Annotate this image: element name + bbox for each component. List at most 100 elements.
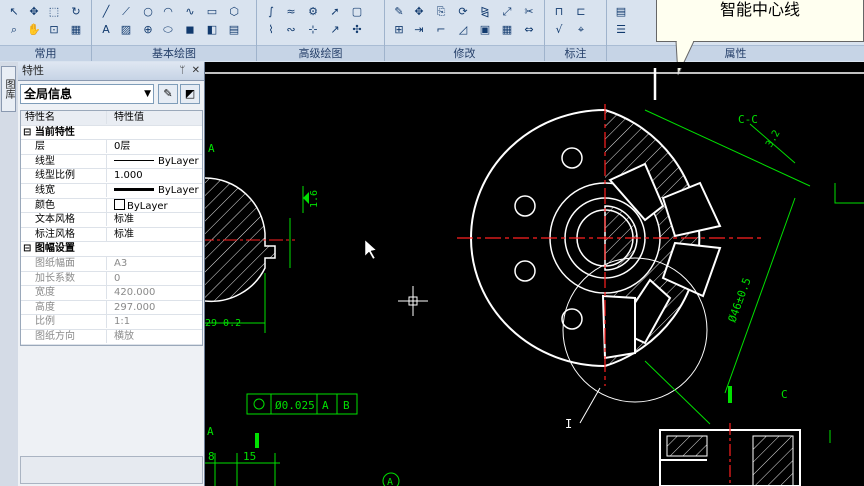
- object-select[interactable]: 全局信息 ▼: [20, 84, 154, 104]
- section-sheet[interactable]: ⊟ 图幅设置: [21, 242, 202, 257]
- leader-icon[interactable]: ↗: [327, 22, 343, 38]
- stretch-icon[interactable]: ⇔: [521, 22, 537, 38]
- polyline-icon[interactable]: ⟋: [118, 4, 134, 20]
- erase-icon[interactable]: ✎: [391, 4, 407, 20]
- circle-icon[interactable]: ○: [140, 4, 156, 20]
- curve-icon[interactable]: ∫: [263, 4, 279, 20]
- arrow-icon[interactable]: ➚: [327, 4, 343, 20]
- match-icon[interactable]: ⬚: [46, 4, 62, 20]
- zoom-icon[interactable]: ⌕: [6, 22, 22, 38]
- table-icon[interactable]: ▤: [226, 22, 242, 38]
- lineweight-icon[interactable]: ☰: [613, 22, 629, 38]
- prop-row[interactable]: 线宽 ByLayer: [21, 183, 202, 199]
- move-icon[interactable]: ✥: [411, 4, 427, 20]
- line-icon[interactable]: ╱: [98, 4, 114, 20]
- group-label-common: 常用: [0, 45, 91, 61]
- lineweight-swatch: [114, 188, 154, 192]
- prop-row[interactable]: 层 0层: [21, 140, 202, 155]
- quick-select-icon: ◩: [184, 87, 196, 100]
- center-mark-icon[interactable]: ⊕: [140, 22, 156, 38]
- pan-icon[interactable]: ✥: [26, 4, 42, 20]
- panel-title-bar: 特性 ᛘ ✕: [18, 62, 204, 81]
- move-view-icon[interactable]: ✋: [26, 22, 42, 38]
- prop-row[interactable]: 图纸幅面 A3: [21, 256, 202, 272]
- snap-icon[interactable]: ⊡: [46, 22, 62, 38]
- rect-icon[interactable]: ▭: [204, 4, 220, 20]
- properties-icon[interactable]: ▤: [613, 4, 629, 20]
- label-dim-15: 15: [243, 450, 256, 463]
- extend-icon[interactable]: ⇥: [411, 22, 427, 38]
- gear-icon[interactable]: ⚙: [305, 4, 321, 20]
- prop-row[interactable]: 宽度 420.000: [21, 286, 202, 301]
- crosshair-cursor: [398, 286, 428, 316]
- prop-row[interactable]: 颜色 ByLayer: [21, 198, 202, 214]
- prop-row[interactable]: 标注风格 标准: [21, 227, 202, 243]
- hatch-icon[interactable]: ▨: [118, 22, 134, 38]
- left-part-view[interactable]: [205, 177, 309, 333]
- section-view-c[interactable]: [659, 423, 831, 486]
- prop-row[interactable]: 图纸方向 横放: [21, 329, 202, 345]
- prop-row[interactable]: 高度 297.000: [21, 300, 202, 316]
- text-icon[interactable]: A: [98, 22, 114, 38]
- quick-select-button[interactable]: ◩: [180, 84, 200, 104]
- label-detail-i: I: [565, 417, 572, 431]
- ripple-icon[interactable]: ∾: [283, 22, 299, 38]
- mirror-icon[interactable]: ⧎: [477, 4, 493, 20]
- ellipse-icon[interactable]: ⬭: [160, 22, 176, 38]
- frame-icon[interactable]: ▢: [349, 4, 365, 20]
- offset-icon[interactable]: ⊞: [391, 22, 407, 38]
- dimension-style-icon[interactable]: ⊏: [573, 4, 589, 20]
- centerline-icon[interactable]: ⊹: [305, 22, 321, 38]
- rotate-icon[interactable]: ⟳: [455, 4, 471, 20]
- prop-row[interactable]: 线型比例 1.000: [21, 169, 202, 184]
- break-line-icon[interactable]: ⌇: [263, 22, 279, 38]
- trim-icon[interactable]: ✂: [521, 4, 537, 20]
- select-icon[interactable]: ↖: [6, 4, 22, 20]
- fillet-icon[interactable]: ⌐: [433, 22, 449, 38]
- copy-icon[interactable]: ⎘: [433, 4, 449, 20]
- prop-row[interactable]: 文本风格 标准: [21, 213, 202, 228]
- fill-icon[interactable]: ◼: [182, 22, 198, 38]
- spline-icon[interactable]: ∿: [182, 4, 198, 20]
- pin-icon[interactable]: ᛘ: [179, 65, 185, 76]
- collapse-icon[interactable]: ⊟: [23, 127, 31, 138]
- label-section-cc: C-C: [738, 113, 758, 126]
- prop-row[interactable]: 比例 1:1: [21, 315, 202, 330]
- toggle-pickadd-button[interactable]: ✎: [158, 84, 178, 104]
- group-label-modify: 修改: [385, 45, 544, 61]
- refresh-icon[interactable]: ↻: [68, 4, 84, 20]
- explode-icon[interactable]: ▦: [499, 22, 515, 38]
- wave-icon[interactable]: ≈: [283, 4, 299, 20]
- prop-row[interactable]: 加长系数 0: [21, 271, 202, 287]
- tolerance-icon[interactable]: ⌖: [573, 22, 589, 38]
- array-icon[interactable]: ▣: [477, 22, 493, 38]
- close-icon[interactable]: ✕: [192, 65, 200, 76]
- properties-grid: 特性名 特性值 ⊟ 当前特性 层 0层 线型 ByLayer 线型比例 1.000 线…: [20, 110, 203, 346]
- mouse-pointer-icon: [364, 239, 377, 260]
- label-roughness-32: 3.2: [764, 128, 783, 149]
- ribbon-group-annotate: ⊓ ⊏ √ ⌖ 标注: [545, 0, 607, 61]
- description-area: [20, 456, 203, 484]
- section-current[interactable]: ⊟ 当前特性: [21, 126, 202, 141]
- dimension-icon[interactable]: ⊓: [551, 4, 567, 20]
- ribbon-group-modify: ✎ ✥ ⎘ ⟳ ⧎ ⤢ ✂ ⊞ ⇥ ⌐ ◿ ▣ ▦ ⇔ 修改: [385, 0, 545, 61]
- chamfer-icon[interactable]: ◿: [455, 22, 471, 38]
- prop-row[interactable]: 线型 ByLayer: [21, 154, 202, 170]
- tab-library[interactable]: 图库: [1, 66, 16, 112]
- label-view-a-left: A: [207, 425, 214, 438]
- label-roughness-16: 1.6: [309, 190, 320, 208]
- main-part-view[interactable]: [457, 104, 765, 424]
- label-dim-8: 8: [208, 450, 215, 463]
- layer-icon[interactable]: ▦: [68, 22, 84, 38]
- symbol-icon[interactable]: ✣: [349, 22, 365, 38]
- ribbon-group-basic-draw: ╱ ⟋ ○ ◠ ∿ ▭ ⬡ A ▨ ⊕ ⬭ ◼ ◧ ▤ 基本绘图: [92, 0, 257, 61]
- roughness-icon[interactable]: √: [551, 22, 567, 38]
- panel-title: 特性: [22, 64, 44, 77]
- collapse-icon[interactable]: ⊟: [23, 243, 31, 254]
- arc-icon[interactable]: ◠: [160, 4, 176, 20]
- polygon-icon[interactable]: ⬡: [226, 4, 242, 20]
- block-icon[interactable]: ◧: [204, 22, 220, 38]
- scale-icon[interactable]: ⤢: [499, 4, 515, 20]
- label-view-a-top: A: [208, 142, 215, 155]
- drawing-canvas[interactable]: C-C 3.2 1.6 Ø46±0.5 29-0.2 Ø0.025 A B A …: [205, 68, 864, 486]
